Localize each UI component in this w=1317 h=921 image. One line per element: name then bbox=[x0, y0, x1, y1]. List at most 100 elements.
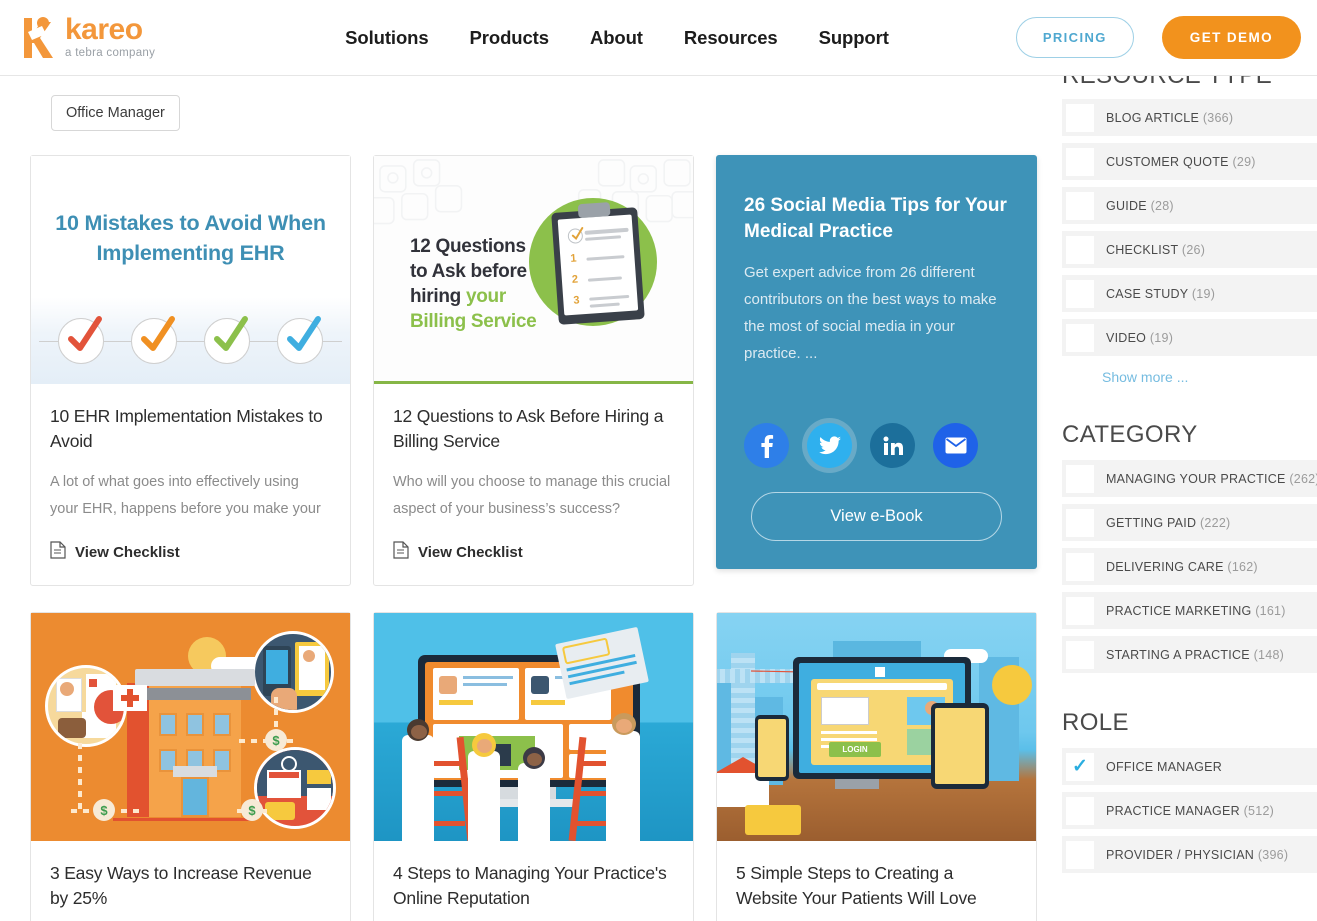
checkbox-icon[interactable] bbox=[1066, 191, 1094, 220]
show-more-link[interactable]: Show more ... bbox=[1102, 369, 1317, 385]
card-cta-label: View Checklist bbox=[418, 543, 523, 561]
check-circle-icon bbox=[58, 316, 105, 364]
checkbox-icon[interactable] bbox=[1066, 508, 1094, 537]
checkbox-icon[interactable] bbox=[1066, 640, 1094, 669]
artwork-line-3a: hiring bbox=[410, 286, 466, 307]
clipboard-number: 2 bbox=[571, 273, 579, 286]
card-title[interactable]: 12 Questions to Ask Before Hiring a Bill… bbox=[393, 404, 674, 454]
check-circle-icon bbox=[276, 316, 323, 364]
checkbox-icon[interactable] bbox=[1066, 235, 1094, 264]
facet-label: DELIVERING CARE (162) bbox=[1106, 559, 1258, 574]
pricing-button[interactable]: PRICING bbox=[1015, 17, 1134, 58]
reputation-illustration bbox=[374, 613, 693, 841]
applied-filter-chip[interactable]: Office Manager bbox=[51, 95, 180, 131]
results-column: Office Manager 10 Mistakes to Avoid When… bbox=[30, 76, 1040, 921]
card-cta[interactable]: View Checklist bbox=[50, 541, 331, 563]
resource-library-page: Office Manager 10 Mistakes to Avoid When… bbox=[0, 0, 1317, 921]
nav-item-support[interactable]: Support bbox=[819, 27, 889, 49]
facet-option-provider-physician[interactable]: PROVIDER / PHYSICIAN (396) bbox=[1062, 836, 1317, 873]
monitor-stand bbox=[835, 779, 879, 789]
card-title[interactable]: 5 Simple Steps to Creating a Website You… bbox=[736, 861, 1017, 911]
login-button[interactable]: LOGIN bbox=[829, 742, 881, 757]
promo-card[interactable]: 26 Social Media Tips for Your Medical Pr… bbox=[716, 155, 1037, 569]
nav-item-solutions[interactable]: Solutions bbox=[345, 27, 428, 49]
checkbox-icon[interactable] bbox=[1066, 147, 1094, 176]
card-title[interactable]: 4 Steps to Managing Your Practice's Onli… bbox=[393, 861, 674, 911]
facet-label: GUIDE (28) bbox=[1106, 198, 1174, 213]
main-navigation: Solutions Products About Resources Suppo… bbox=[345, 27, 889, 49]
resource-card[interactable]: $ $ $ 3 Easy Ways to Increase Revenue by… bbox=[30, 612, 351, 921]
facet-label: CHECKLIST (26) bbox=[1106, 242, 1206, 257]
facet-label: STARTING A PRACTICE (148) bbox=[1106, 647, 1285, 662]
facet-option-practice-marketing[interactable]: PRACTICE MARKETING (161) bbox=[1062, 592, 1317, 629]
resource-card[interactable]: 10 Mistakes to Avoid When Implementing E… bbox=[30, 155, 351, 586]
facet-option-office-manager[interactable]: ✓ OFFICE MANAGER bbox=[1062, 748, 1317, 785]
clipboard-number: 3 bbox=[572, 294, 580, 307]
facet-label: VIDEO (19) bbox=[1106, 330, 1174, 345]
coin-icon: $ bbox=[93, 799, 115, 821]
checkbox-checked-icon[interactable]: ✓ bbox=[1066, 752, 1094, 781]
card-row-2: $ $ $ 3 Easy Ways to Increase Revenue by… bbox=[30, 612, 1040, 921]
facet-label: GETTING PAID (222) bbox=[1106, 515, 1231, 530]
facet-option-checklist[interactable]: CHECKLIST (26) bbox=[1062, 231, 1317, 268]
facet-option-guide[interactable]: GUIDE (28) bbox=[1062, 187, 1317, 224]
facet-label: CUSTOMER QUOTE (29) bbox=[1106, 154, 1256, 169]
doctor-figure-icon bbox=[468, 733, 500, 841]
logo-wordmark: kareo bbox=[65, 13, 143, 46]
checkbox-icon[interactable] bbox=[1066, 596, 1094, 625]
card-gap bbox=[694, 155, 716, 586]
card-row-1: 10 Mistakes to Avoid When Implementing E… bbox=[30, 155, 1040, 586]
email-icon[interactable] bbox=[933, 423, 978, 468]
artwork-headline: 12 Questions to Ask before hiring your B… bbox=[410, 234, 537, 334]
twitter-icon[interactable] bbox=[807, 423, 852, 468]
checkbox-icon[interactable] bbox=[1066, 796, 1094, 825]
get-demo-button[interactable]: GET DEMO bbox=[1161, 16, 1301, 59]
billing-clipboard-artwork: 1 2 3 12 Questions to Ask before hiring … bbox=[374, 156, 693, 384]
card-title[interactable]: 3 Easy Ways to Increase Revenue by 25% bbox=[50, 861, 331, 911]
facet-option-customer-quote[interactable]: CUSTOMER QUOTE (29) bbox=[1062, 143, 1317, 180]
promo-description: Get expert advice from 26 different cont… bbox=[744, 264, 997, 362]
checkbox-icon[interactable] bbox=[1066, 552, 1094, 581]
revenue-illustration: $ $ $ bbox=[31, 613, 350, 841]
card-cta[interactable]: View Checklist bbox=[393, 541, 674, 563]
checkbox-icon[interactable] bbox=[1066, 323, 1094, 352]
coin-icon: $ bbox=[241, 799, 263, 821]
resource-card[interactable]: LOGIN 5 Simple Steps to Creating a Websi… bbox=[716, 612, 1037, 921]
clinic-building-icon bbox=[127, 669, 255, 817]
nav-item-resources[interactable]: Resources bbox=[684, 27, 778, 49]
card-media: $ $ $ bbox=[31, 613, 350, 841]
facet-option-blog-article[interactable]: BLOG ARTICLE (366) bbox=[1062, 99, 1317, 136]
checkbox-icon[interactable] bbox=[1066, 840, 1094, 869]
checkbox-icon[interactable] bbox=[1066, 464, 1094, 493]
artwork-line-2: to Ask before bbox=[410, 261, 527, 282]
resource-card[interactable]: 1 2 3 12 Questions to Ask before hiring … bbox=[373, 155, 694, 586]
card-cta-label: View Checklist bbox=[75, 543, 180, 561]
card-gap bbox=[694, 612, 716, 921]
facet-option-video[interactable]: VIDEO (19) bbox=[1062, 319, 1317, 356]
facet-option-managing-your-practice[interactable]: MANAGING YOUR PRACTICE (262) bbox=[1062, 460, 1317, 497]
card-media bbox=[374, 613, 693, 841]
facebook-icon[interactable] bbox=[744, 423, 789, 468]
linkedin-icon[interactable] bbox=[870, 423, 915, 468]
facet-option-practice-manager[interactable]: PRACTICE MANAGER (512) bbox=[1062, 792, 1317, 829]
medical-cross-icon bbox=[113, 685, 147, 711]
facet-option-starting-a-practice[interactable]: STARTING A PRACTICE (148) bbox=[1062, 636, 1317, 673]
view-ebook-button[interactable]: View e-Book bbox=[751, 492, 1002, 541]
facet-option-delivering-care[interactable]: DELIVERING CARE (162) bbox=[1062, 548, 1317, 585]
facet-label: MANAGING YOUR PRACTICE (262) bbox=[1106, 471, 1317, 486]
doctor-figure-icon bbox=[606, 713, 640, 841]
document-icon bbox=[50, 541, 66, 563]
nav-item-products[interactable]: Products bbox=[470, 27, 549, 49]
logo[interactable]: kareo a tebra company bbox=[18, 15, 155, 60]
nav-item-about[interactable]: About bbox=[590, 27, 643, 49]
card-title[interactable]: 10 EHR Implementation Mistakes to Avoid bbox=[50, 404, 331, 454]
checkbox-icon[interactable] bbox=[1066, 279, 1094, 308]
facet-option-case-study[interactable]: CASE STUDY (19) bbox=[1062, 275, 1317, 312]
promo-title: 26 Social Media Tips for Your Medical Pr… bbox=[744, 195, 1007, 242]
resource-card[interactable]: 4 Steps to Managing Your Practice's Onli… bbox=[373, 612, 694, 921]
card-description: A lot of what goes into effectively usin… bbox=[50, 474, 321, 517]
checkbox-icon[interactable] bbox=[1066, 103, 1094, 132]
facet-label: OFFICE MANAGER bbox=[1106, 759, 1223, 774]
facet-option-getting-paid[interactable]: GETTING PAID (222) bbox=[1062, 504, 1317, 541]
card-body: 4 Steps to Managing Your Practice's Onli… bbox=[374, 841, 693, 921]
